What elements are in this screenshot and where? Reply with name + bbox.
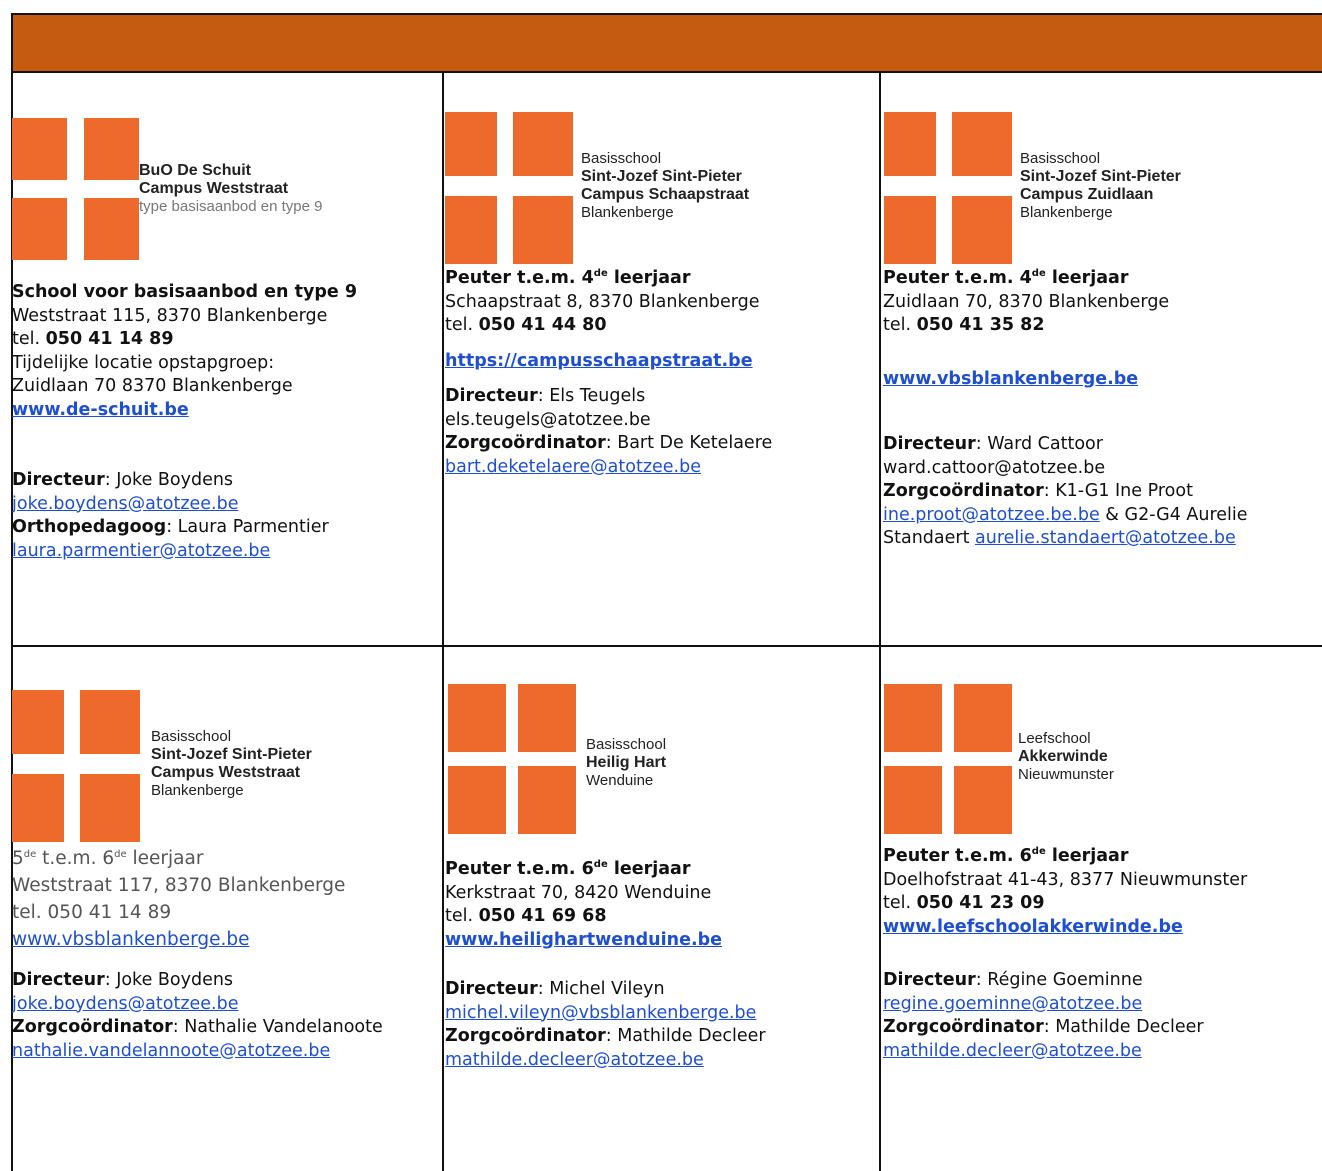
director-line: Directeur: Michel Vileyn <box>445 979 665 999</box>
grade-heading: 5de t.e.m. 6de leerjaar <box>12 848 204 869</box>
staff-line: Zorgcoördinator: Bart De Ketelaere <box>445 433 773 453</box>
phone-number: 050 41 35 82 <box>916 315 1045 335</box>
email-link[interactable]: joke.boydens@atotzee.be <box>12 994 238 1014</box>
staff-line: Zorgcoördinator: Mathilde Decleer <box>883 1017 1204 1037</box>
website-link[interactable]: www.de-schuit.be <box>12 400 189 420</box>
address: Weststraat 117, 8370 Blankenberge <box>12 875 346 896</box>
grade-heading: School voor basisaanbod en type 9 <box>12 282 358 302</box>
logo-line: Basisschool <box>1020 150 1101 167</box>
phone-number: 050 41 69 68 <box>478 906 607 926</box>
logo-line: Blankenberge <box>151 782 244 799</box>
address: Weststraat 115, 8370 Blankenberge <box>12 305 328 326</box>
logo-line: Sint-Jozef Sint-Pieter <box>151 746 312 763</box>
school-card-zuidlaan: Peuter t.e.m. 4de leerjaar Zuidlaan 70, … <box>883 267 1248 551</box>
logo-line: Basisschool <box>581 150 662 167</box>
email-link[interactable]: laura.parmentier@atotzee.be <box>12 541 270 561</box>
staff-line: Zorgcoördinator: K1-G1 Ine Proot <box>883 481 1193 501</box>
director-line: Directeur: Régine Goeminne <box>883 970 1143 990</box>
phone-line: tel. 050 41 44 80 <box>445 315 607 335</box>
logo-line: Wenduine <box>586 772 654 789</box>
grade-heading: Peuter t.e.m. 6de leerjaar <box>883 846 1129 866</box>
logo-line: Nieuwmunster <box>1018 766 1114 783</box>
logo-line: Basisschool <box>586 736 667 753</box>
phone-number: 050 41 23 09 <box>916 893 1045 913</box>
school-card-weststraat: 5de t.e.m. 6de leerjaar Weststraat 117, … <box>12 845 383 1063</box>
staff-line: Zorgcoördinator: Mathilde Decleer <box>445 1026 766 1046</box>
logo-line: type basisaanbod en type 9 <box>139 198 323 215</box>
email-link[interactable]: ine.proot@atotzee.be.be <box>883 505 1100 525</box>
table-divider-1 <box>442 73 444 1171</box>
school-logo-sjsp: Basisschool Sint-Jozef Sint-Pieter Campu… <box>12 690 440 842</box>
grade-heading: Peuter t.e.m. 6de leerjaar <box>445 859 691 879</box>
email-link[interactable]: regine.goeminne@atotzee.be <box>883 994 1142 1014</box>
school-card-de-schuit: School voor basisaanbod en type 9 Westst… <box>12 281 357 563</box>
email-link[interactable]: joke.boydens@atotzee.be <box>12 494 238 514</box>
school-logo-lsak: Leefschool Akkerwinde Nieuwmunster <box>884 684 1314 834</box>
staff-name: Standaert <box>883 528 976 548</box>
email-link[interactable]: aurelie.standaert@atotzee.be <box>975 528 1236 548</box>
phone-number: 050 41 44 80 <box>478 315 607 335</box>
staff-line-suffix: & G2-G4 Aurelie <box>1099 504 1248 525</box>
logo-line: Campus Weststraat <box>151 764 301 781</box>
table-divider-2 <box>879 73 881 1171</box>
phone-number: 050 41 14 89 <box>45 329 174 349</box>
phone-line: tel. 050 41 23 09 <box>883 893 1045 913</box>
phone-line: tel. 050 41 35 82 <box>883 315 1045 335</box>
extra-info: Zuidlaan 70 8370 Blankenberge <box>12 376 293 396</box>
address: Zuidlaan 70, 8370 Blankenberge <box>883 291 1170 312</box>
email-link[interactable]: mathilde.decleer@atotzee.be <box>883 1041 1142 1061</box>
grade-heading: Peuter t.e.m. 4de leerjaar <box>883 268 1129 288</box>
address: Schaapstraat 8, 8370 Blankenberge <box>445 291 760 312</box>
table-header-bar <box>11 13 1322 73</box>
email-link[interactable]: michel.vileyn@vbsblankenberge.be <box>445 1003 756 1023</box>
email-text: els.teugels@atotzee.be <box>445 409 651 430</box>
logo-line: Blankenberge <box>1020 204 1113 221</box>
website-link[interactable]: www.vbsblankenberge.be <box>12 929 250 950</box>
website-link[interactable]: www.heilighartwenduine.be <box>445 930 722 950</box>
director-line: Directeur: Ward Cattoor <box>883 434 1103 454</box>
website-link[interactable]: www.vbsblankenberge.be <box>883 369 1138 389</box>
website-link[interactable]: https://campusschaapstraat.be <box>445 351 753 371</box>
director-line: Directeur: Joke Boydens <box>12 470 234 490</box>
logo-line: Blankenberge <box>581 204 674 221</box>
logo-line: BuO De Schuit <box>139 162 252 179</box>
email-link[interactable]: bart.deketelaere@atotzee.be <box>445 457 701 477</box>
logo-line: Akkerwinde <box>1018 748 1108 765</box>
extra-info: Tijdelijke locatie opstapgroep: <box>12 352 275 373</box>
logo-line: Leefschool <box>1018 730 1091 747</box>
school-card-akkerwinde: Peuter t.e.m. 6de leerjaar Doelhofstraat… <box>883 845 1247 1063</box>
email-link[interactable]: nathalie.vandelannoote@atotzee.be <box>12 1041 330 1061</box>
email-link[interactable]: mathilde.decleer@atotzee.be <box>445 1050 704 1070</box>
logo-line: Campus Schaapstraat <box>581 186 750 203</box>
school-card-schaapstraat: Peuter t.e.m. 4de leerjaar Schaapstraat … <box>445 267 772 479</box>
logo-line: Campus Weststraat <box>139 180 289 197</box>
phone-line: tel. 050 41 14 89 <box>12 902 172 923</box>
address: Kerkstraat 70, 8420 Wenduine <box>445 882 712 903</box>
staff-line: Orthopedagoog: Laura Parmentier <box>12 517 329 537</box>
director-line: Directeur: Els Teugels <box>445 386 646 406</box>
school-card-heilig-hart: Peuter t.e.m. 6de leerjaar Kerkstraat 70… <box>445 858 766 1072</box>
school-logo-bds: BuO De Schuit Campus Weststraat type bas… <box>12 118 432 260</box>
address: Doelhofstraat 41-43, 8377 Nieuwmunster <box>883 869 1248 890</box>
table-row-divider <box>11 645 1322 647</box>
director-line: Directeur: Joke Boydens <box>12 970 234 990</box>
logo-line: Campus Zuidlaan <box>1020 186 1154 203</box>
email-text: ward.cattoor@atotzee.be <box>883 457 1106 478</box>
logo-line: Heilig Hart <box>586 754 667 771</box>
logo-line: Basisschool <box>151 728 232 745</box>
school-logo-sjsp: Basisschool Sint-Jozef Sint-Pieter Campu… <box>445 112 875 264</box>
website-link[interactable]: www.leefschoolakkerwinde.be <box>883 917 1183 937</box>
school-logo-bshh: Basisschool Heilig Hart Wenduine <box>448 684 876 834</box>
grade-heading: Peuter t.e.m. 4de leerjaar <box>445 268 691 288</box>
school-logo-sjsp: Basisschool Sint-Jozef Sint-Pieter Campu… <box>884 112 1314 264</box>
logo-line: Sint-Jozef Sint-Pieter <box>1020 168 1181 185</box>
staff-line: Zorgcoördinator: Nathalie Vandelanoote <box>12 1017 383 1037</box>
phone-line: tel. 050 41 69 68 <box>445 906 607 926</box>
logo-line: Sint-Jozef Sint-Pieter <box>581 168 742 185</box>
phone-line: tel. 050 41 14 89 <box>12 329 174 349</box>
